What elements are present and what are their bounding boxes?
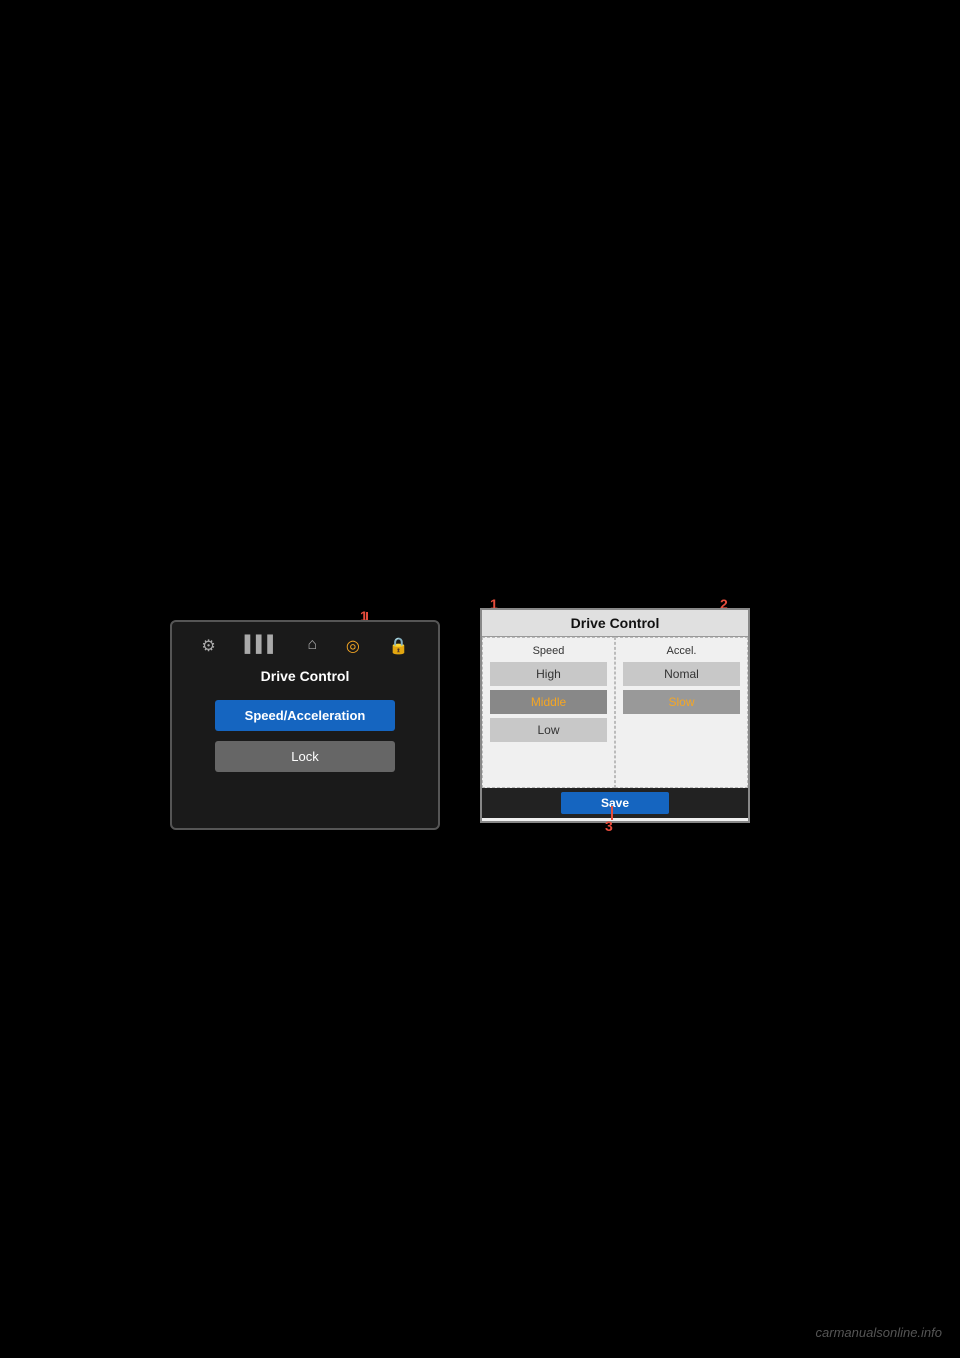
- speed-column-header: Speed: [483, 642, 614, 660]
- save-button[interactable]: Save: [561, 792, 669, 814]
- speed-option-high[interactable]: High: [490, 662, 608, 686]
- speed-option-low[interactable]: Low: [490, 718, 608, 742]
- accel-option-normal[interactable]: Nomal: [623, 662, 741, 686]
- speed-acceleration-button[interactable]: Speed/Acceleration: [215, 700, 395, 731]
- right-panel-label-3: 3: [605, 818, 613, 834]
- signal-icon[interactable]: ▌▌▌: [245, 636, 279, 656]
- right-panel-footer: Save: [482, 788, 748, 818]
- top-icon-bar: ⚙ ▌▌▌ ⌂ ◎ 🔒: [187, 632, 423, 660]
- accel-column-header: Accel.: [616, 642, 747, 660]
- drive-icon[interactable]: ◎: [346, 636, 360, 656]
- watermark: carmanualsonline.info: [816, 1325, 942, 1340]
- right-panel-header: Drive Control: [482, 610, 748, 637]
- left-drive-control-panel: ⚙ ▌▌▌ ⌂ ◎ 🔒 Drive Control Speed/Accelera…: [170, 620, 440, 830]
- right-panel-title: Drive Control: [571, 615, 660, 631]
- right-drive-control-panel: Drive Control Speed High Middle Low Acce…: [480, 608, 750, 823]
- accel-column: Accel. Nomal Slow: [615, 637, 748, 788]
- gear-icon[interactable]: ⚙: [201, 636, 215, 656]
- speed-option-middle[interactable]: Middle: [490, 690, 608, 714]
- lock-button[interactable]: Lock: [215, 741, 395, 772]
- settings-lock-icon[interactable]: 🔒: [389, 636, 409, 656]
- accel-option-slow[interactable]: Slow: [623, 690, 741, 714]
- right-panel-body: Speed High Middle Low Accel. Nomal Slow: [482, 637, 748, 788]
- home-icon[interactable]: ⌂: [307, 636, 317, 656]
- speed-column: Speed High Middle Low: [482, 637, 615, 788]
- left-panel-title: Drive Control: [261, 668, 350, 684]
